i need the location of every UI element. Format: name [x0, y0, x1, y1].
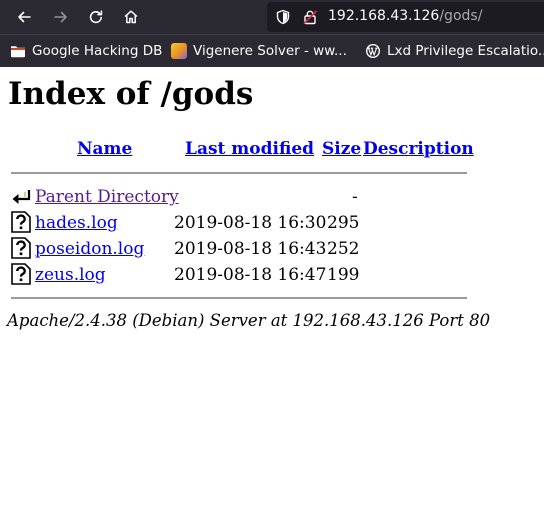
server-signature: Apache/2.4.38 (Debian) Server at 192.168… [7, 311, 491, 330]
back-folder-icon [12, 190, 31, 204]
file-modified: 2019-08-18 16:47 [174, 265, 327, 285]
home-button[interactable] [119, 5, 143, 29]
divider [11, 172, 467, 174]
unknown-file-icon [11, 263, 31, 285]
column-modified-link[interactable]: Last modified [185, 139, 314, 159]
file-size: 252 [327, 239, 360, 259]
site-favicon [171, 43, 187, 59]
file-size: 199 [327, 265, 360, 285]
file-modified: 2019-08-18 16:43 [174, 239, 327, 259]
bookmarks-bar: Google Hacking DB Vigenere Solver - ww..… [0, 34, 544, 67]
bookmark-google-hacking-db[interactable]: Google Hacking DB [10, 35, 162, 67]
url-path: /gods/ [439, 8, 483, 24]
column-description-link[interactable]: Description [363, 139, 474, 159]
page-title: Index of /gods [8, 76, 254, 112]
unknown-file-icon [11, 211, 31, 233]
url-text[interactable]: 192.168.43.126/gods/ [328, 8, 482, 24]
insecure-lock-icon[interactable] [302, 9, 318, 25]
file-link[interactable]: zeus.log [35, 265, 106, 285]
folder-icon [10, 44, 26, 58]
back-button[interactable] [12, 5, 36, 29]
reload-button[interactable] [84, 5, 108, 29]
bookmark-lxd-privilege[interactable]: Lxd Privilege Escalatio... [365, 35, 544, 67]
file-link[interactable]: poseidon.log [35, 239, 144, 259]
forward-button[interactable] [49, 5, 73, 29]
file-modified: 2019-08-18 16:30 [174, 213, 327, 233]
parent-directory-link[interactable]: Parent Directory [35, 187, 179, 207]
page-content: Index of /gods Name Last modified Size D… [0, 67, 544, 516]
column-name-link[interactable]: Name [77, 139, 132, 159]
file-link[interactable]: hades.log [35, 213, 118, 233]
bookmark-label: Vigenere Solver - ww... [193, 43, 347, 59]
unknown-file-icon [11, 237, 31, 259]
shield-icon[interactable] [275, 9, 291, 25]
bookmark-label: Lxd Privilege Escalatio... [387, 43, 544, 59]
reload-icon [89, 10, 103, 24]
arrow-left-icon [18, 11, 31, 23]
browser-toolbar: 192.168.43.126/gods/ [0, 0, 544, 34]
file-size: 295 [327, 213, 360, 233]
url-host: 192.168.43.126 [328, 8, 440, 24]
divider [11, 297, 467, 299]
wordpress-icon [365, 43, 381, 59]
arrow-right-icon [54, 11, 67, 23]
home-icon [124, 10, 138, 24]
bookmark-label: Google Hacking DB [32, 43, 163, 59]
address-bar[interactable]: 192.168.43.126/gods/ [267, 2, 544, 32]
column-size-link[interactable]: Size [322, 139, 361, 159]
bookmark-vigenere-solver[interactable]: Vigenere Solver - ww... [171, 35, 347, 67]
parent-size: - [352, 187, 358, 207]
